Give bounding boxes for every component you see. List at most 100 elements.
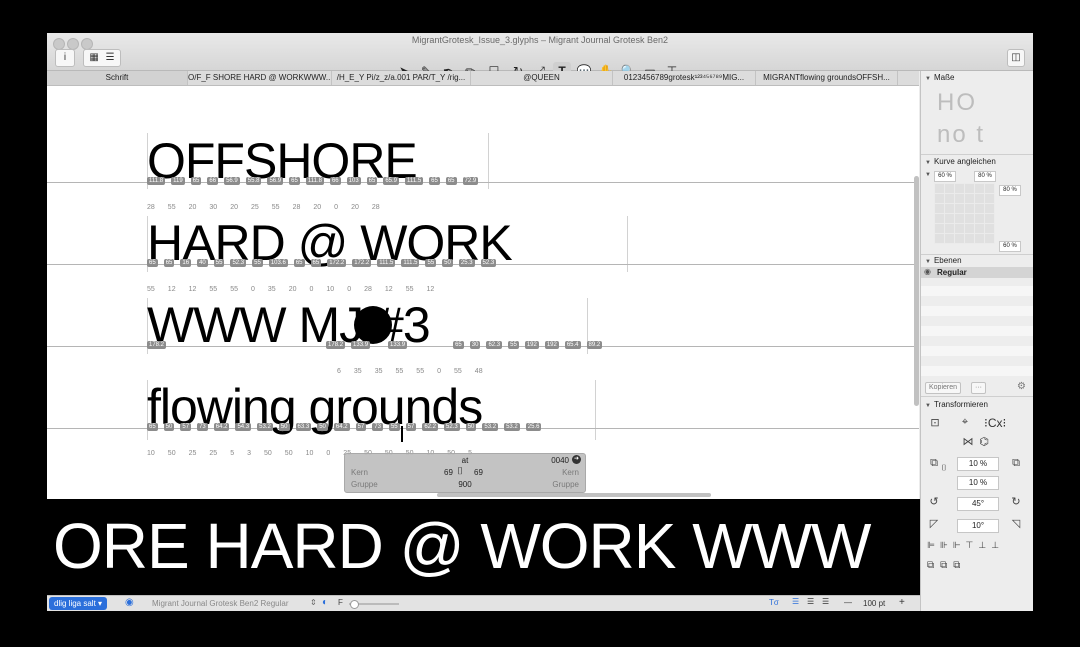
scale-x-field[interactable]: 10 % bbox=[957, 457, 999, 471]
font-selector[interactable]: Migrant Journal Grotesk Ben2 Regular bbox=[152, 599, 289, 608]
features-dropdown[interactable]: dlig liga salt ▾ bbox=[49, 597, 108, 610]
mirror-vertical-icon[interactable]: ⌬ bbox=[977, 435, 991, 448]
tab-numbers[interactable]: 0123456789grotesk¹²³⁴⁵⁶⁷⁸⁹MIG... bbox=[613, 71, 756, 85]
align-vcenter-icon[interactable]: ⊥ bbox=[978, 540, 991, 550]
kerning-value: 55 bbox=[209, 286, 218, 293]
text-format-icon[interactable]: Tσ bbox=[769, 598, 779, 607]
info-button[interactable]: i bbox=[55, 49, 75, 67]
subtract-icon[interactable]: ⧉ bbox=[940, 560, 953, 571]
curve-grid[interactable] bbox=[934, 183, 996, 244]
kern-pair: at bbox=[461, 456, 469, 465]
group-value[interactable]: 900 bbox=[345, 480, 585, 489]
bounding-box-icon[interactable]: ⊡ bbox=[928, 416, 942, 429]
align-hcenter-icon[interactable]: ⊪ bbox=[940, 540, 953, 550]
scale-y-field[interactable]: 10 % bbox=[957, 476, 999, 490]
sidebearing-label: 119 bbox=[171, 177, 185, 185]
sidebearing-label: 73 bbox=[372, 423, 383, 431]
gear-icon[interactable]: ⚙ bbox=[1017, 381, 1026, 392]
edit-view[interactable]: OFFSHORE 111.8 119 65 66 56.9 55.8 56.9 65 111.8… bbox=[47, 86, 919, 499]
zoom-out-button[interactable]: — bbox=[844, 598, 852, 607]
curve-panel-header[interactable]: ▼ Kurve angleichen bbox=[925, 157, 996, 166]
slider-thumb[interactable] bbox=[350, 600, 359, 609]
sidebearing-label: 55 bbox=[425, 259, 437, 267]
tab-offshore[interactable]: O/F_F SHORE HARD @ WORKWWW... bbox=[188, 71, 332, 85]
tab-font[interactable]: Schrift bbox=[47, 71, 188, 85]
kern-right-value[interactable]: 69 bbox=[474, 468, 483, 477]
sidebearing-label: 65 bbox=[289, 177, 300, 185]
align-center-icon[interactable]: ☰ bbox=[807, 597, 814, 606]
layers-title: Ebenen bbox=[933, 256, 962, 265]
tab-queen[interactable]: @QUEEN bbox=[471, 71, 613, 85]
intersect-icon[interactable]: ⧉ bbox=[953, 560, 966, 571]
align-right-icon[interactable]: ☰ bbox=[822, 597, 829, 606]
disclosure-triangle-icon[interactable]: ▼ bbox=[925, 172, 931, 178]
more-button[interactable]: ··· bbox=[971, 382, 986, 394]
kerning-value: 28 bbox=[292, 204, 301, 211]
eye-icon[interactable]: ◉ bbox=[924, 267, 931, 276]
vertical-scrollbar[interactable] bbox=[914, 176, 919, 406]
union-icon[interactable]: ⧉ bbox=[927, 560, 940, 571]
eye-icon[interactable]: ◉ bbox=[125, 597, 134, 608]
metrics-panel-header[interactable]: ▼ Maße bbox=[925, 73, 954, 82]
metrics-preview-bottom[interactable]: no t bbox=[937, 121, 985, 149]
scale-up-icon[interactable]: ⧉ bbox=[1009, 457, 1023, 470]
sidebearing-label: 192 bbox=[544, 341, 559, 349]
curve-pct-1[interactable]: 60 % bbox=[934, 171, 956, 182]
sidebar-icon: ◫ bbox=[1011, 52, 1021, 63]
align-left-icon[interactable]: ⊫ bbox=[927, 540, 940, 550]
lock-icon[interactable]: ⌷ bbox=[457, 466, 463, 477]
align-top-icon[interactable]: ⊤ bbox=[966, 540, 979, 550]
kerning-value: 20 bbox=[313, 204, 322, 211]
cx-icon[interactable]: ⁝Cx⁝ bbox=[984, 416, 1006, 430]
rotate-ccw-icon[interactable]: ↺ bbox=[927, 495, 941, 508]
copy-button[interactable]: Kopieren bbox=[925, 382, 962, 394]
tab-hey-pizza[interactable]: /H_E_Y Pi/z_z/a.001 PAR/T_Y /rig... bbox=[332, 71, 471, 85]
zoom-in-button[interactable]: + bbox=[899, 597, 905, 608]
rotate-field[interactable]: 45° bbox=[957, 497, 999, 511]
sidebearing-label: 52.3 bbox=[444, 423, 460, 431]
stepper-icon[interactable]: ⇕ bbox=[310, 598, 317, 607]
zoom-level[interactable]: 100 pt bbox=[863, 599, 885, 608]
arrow-right-icon[interactable]: ➜ bbox=[572, 455, 581, 464]
align-bottom-icon[interactable]: ⊥ bbox=[991, 540, 1004, 550]
sidebearing-label: 50 bbox=[465, 423, 477, 431]
slant-left-icon[interactable]: ◸ bbox=[927, 517, 941, 530]
origin-point-icon[interactable]: ⌖ bbox=[958, 416, 972, 429]
curve-grid-cell[interactable] bbox=[984, 233, 995, 244]
rotate-cw-icon[interactable]: ↻ bbox=[1009, 495, 1023, 508]
curve-pct-3[interactable]: 80 % bbox=[999, 185, 1021, 196]
curve-pct-4[interactable]: 60 % bbox=[999, 241, 1021, 252]
sidebearing-label: 65 bbox=[147, 259, 158, 267]
sidebearing-label: 65 bbox=[190, 177, 202, 185]
kerning-value: 55 bbox=[405, 286, 414, 293]
layers-panel-header[interactable]: ▼ Ebenen bbox=[925, 256, 962, 265]
sidebar-toggle-button[interactable]: ◫ bbox=[1007, 49, 1025, 67]
slant-right-icon[interactable]: ◹ bbox=[1009, 517, 1023, 530]
kerning-value: 10 bbox=[305, 450, 314, 457]
transform-panel-header[interactable]: ▼ Transformieren bbox=[925, 400, 988, 409]
divider bbox=[921, 154, 1033, 155]
transform-cx-label: Cx bbox=[987, 416, 1003, 430]
kern-unicode: 0040 bbox=[551, 456, 569, 465]
preview-text: ORE HARD @ WORK WWW bbox=[53, 510, 871, 582]
layer-row-regular[interactable]: ◉ Regular bbox=[921, 267, 1033, 278]
kerning-value: 20 bbox=[188, 204, 197, 211]
metrics-preview-top[interactable]: HO bbox=[937, 89, 977, 117]
sidebearing-row-1: 111.8 119 65 66 56.9 55.8 56.9 65 111.8 66 103 65 65… bbox=[147, 177, 484, 186]
kerning-row-1: 28 55 20 30 20 25 55 28 20 0 20 28 bbox=[147, 204, 393, 211]
sidebearing-label: 89.2 bbox=[586, 341, 603, 349]
horizontal-scrollbar[interactable] bbox=[437, 493, 711, 497]
kern-left-value[interactable]: 69 bbox=[444, 468, 453, 477]
lock-icon[interactable]: ⌷ bbox=[937, 463, 951, 473]
sidebearing-label: 56.9 bbox=[224, 177, 240, 185]
kern-right-label: Kern bbox=[562, 468, 579, 477]
align-left-icon[interactable]: ☰ bbox=[792, 597, 799, 606]
slant-field[interactable]: 10° bbox=[957, 519, 999, 533]
mirror-horizontal-icon[interactable]: ⋈ bbox=[961, 435, 975, 448]
view-mode-toggle[interactable]: ▦ ☰ bbox=[83, 49, 121, 67]
color-icon[interactable]: ◐ bbox=[322, 597, 328, 608]
curve-pct-2[interactable]: 80 % bbox=[974, 171, 996, 182]
tab-migrant[interactable]: MIGRANTflowing groundsOFFSH... bbox=[756, 71, 898, 85]
sidebearing-label: 55 bbox=[508, 341, 519, 349]
align-right-icon[interactable]: ⊩ bbox=[953, 540, 966, 550]
